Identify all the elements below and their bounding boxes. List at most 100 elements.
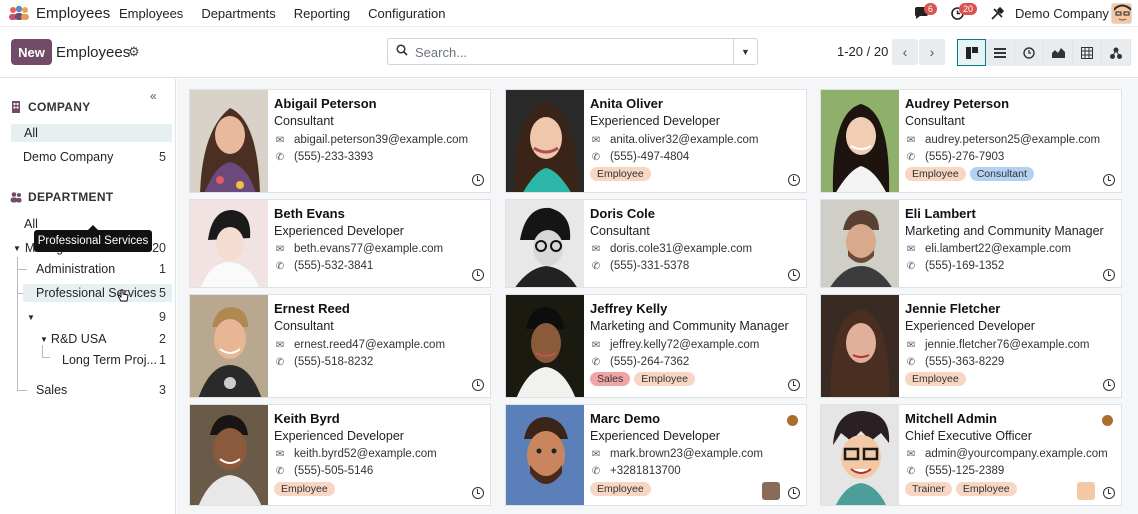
pager-next-button[interactable]: ›	[919, 39, 945, 65]
employee-phone[interactable]: (555)-497-4804	[610, 151, 689, 163]
employee-email[interactable]: anita.oliver32@example.com	[610, 134, 758, 146]
employee-phone[interactable]: (555)-331-5378	[610, 260, 689, 272]
employee-email[interactable]: ernest.reed47@example.com	[294, 339, 445, 351]
employee-email[interactable]: beth.evans77@example.com	[294, 243, 443, 255]
caret-down-icon[interactable]: ▼	[40, 335, 48, 344]
company-switcher[interactable]: Demo Company	[1015, 6, 1109, 21]
company-filter-all[interactable]: All	[11, 124, 172, 142]
activity-clock-icon[interactable]	[1103, 487, 1115, 499]
pager-value[interactable]: 1-20 / 20	[837, 44, 888, 59]
department-filter-rd[interactable]: ▼ 9	[11, 308, 172, 326]
employee-phone[interactable]: (555)-276-7903	[925, 151, 1004, 163]
employee-email[interactable]: audrey.peterson25@example.com	[925, 134, 1100, 146]
employee-phone[interactable]: (555)-518-8232	[294, 356, 373, 368]
app-name[interactable]: Employees	[36, 5, 110, 22]
employee-phone-row: ✆ (555)-264-7362	[590, 356, 689, 368]
user-avatar[interactable]	[1111, 3, 1132, 24]
department-filter-rd-usa[interactable]: ▼ R&D USA 2	[11, 330, 172, 348]
employee-email-row: ✉ ernest.reed47@example.com	[274, 339, 445, 351]
employee-phone[interactable]: (555)-363-8229	[925, 356, 1004, 368]
activity-clock-icon[interactable]	[1103, 174, 1115, 186]
employee-phone-row: ✆ +3281813700	[590, 465, 681, 477]
list-view-button[interactable]	[986, 39, 1015, 66]
menu-employees[interactable]: Employees	[119, 6, 183, 21]
search-input[interactable]: Search...	[415, 45, 467, 60]
department-filter-professional-services[interactable]: Professional Services 5	[23, 284, 172, 302]
kanban-view-button[interactable]	[957, 39, 986, 66]
employee-card-abigail-peterson[interactable]: Abigail Peterson Consultant ✉ abigail.pet…	[189, 89, 491, 193]
activity-clock-icon[interactable]	[472, 487, 484, 499]
caret-down-icon[interactable]: ▼	[13, 244, 21, 253]
employee-tags: Employee	[905, 372, 966, 386]
menu-configuration[interactable]: Configuration	[368, 6, 445, 21]
phone-icon: ✆	[906, 465, 916, 477]
employee-phone[interactable]: (555)-233-3393	[294, 151, 373, 163]
graph-view-button[interactable]	[1044, 39, 1073, 66]
activity-clock-icon[interactable]	[1103, 269, 1115, 281]
gear-icon[interactable]: ⚙	[128, 44, 140, 60]
employee-job: Consultant	[590, 224, 650, 238]
employee-card-ernest-reed[interactable]: Ernest Reed Consultant ✉ ernest.reed47@ex…	[189, 294, 491, 398]
employee-email[interactable]: keith.byrd52@example.com	[294, 448, 437, 460]
employee-phone[interactable]: (555)-169-1352	[925, 260, 1004, 272]
activity-clock-icon[interactable]	[472, 269, 484, 281]
employee-card-eli-lambert[interactable]: Eli Lambert Marketing and Community Mana…	[820, 199, 1122, 288]
employee-card-doris-cole[interactable]: Doris Cole Consultant ✉ doris.cole31@exam…	[505, 199, 807, 288]
employee-phone[interactable]: (555)-125-2389	[925, 465, 1004, 477]
activity-clock-icon[interactable]	[788, 269, 800, 281]
employee-card-jennie-fletcher[interactable]: Jennie Fletcher Experienced Developer ✉ j…	[820, 294, 1122, 398]
employee-name: Keith Byrd	[274, 411, 340, 426]
activity-clock-icon[interactable]	[788, 174, 800, 186]
employee-job: Marketing and Community Manager	[590, 319, 789, 333]
employee-email[interactable]: mark.brown23@example.com	[610, 448, 763, 460]
activity-clock-icon[interactable]	[788, 487, 800, 499]
employee-card-audrey-peterson[interactable]: Audrey Peterson Consultant ✉ audrey.peter…	[820, 89, 1122, 193]
activity-clock-icon[interactable]	[788, 379, 800, 391]
hierarchy-view-button[interactable]	[1102, 39, 1131, 66]
filter-label: All	[24, 126, 38, 140]
search-bar[interactable]: Search... ▼	[387, 38, 758, 65]
employee-phone[interactable]: (555)-532-3841	[294, 260, 373, 272]
new-button[interactable]: New	[11, 39, 52, 65]
employee-phone[interactable]: (555)-264-7362	[610, 356, 689, 368]
employee-card-jeffrey-kelly[interactable]: Jeffrey Kelly Marketing and Community Ma…	[505, 294, 807, 398]
employee-card-beth-evans[interactable]: Beth Evans Experienced Developer ✉ beth.e…	[189, 199, 491, 288]
user-avatar[interactable]	[762, 482, 780, 500]
department-filter-sales[interactable]: Sales 3	[11, 381, 172, 399]
tools-icon[interactable]	[991, 7, 1004, 20]
pager-previous-button[interactable]: ‹	[892, 39, 918, 65]
employee-email-row: ✉ abigail.peterson39@example.com	[274, 134, 468, 146]
employee-phone[interactable]: (555)-505-5146	[294, 465, 373, 477]
employee-email[interactable]: jeffrey.kelly72@example.com	[610, 339, 759, 351]
employee-email[interactable]: doris.cole31@example.com	[610, 243, 752, 255]
company-filter-demo-company[interactable]: Demo Company 5	[11, 148, 172, 166]
employee-email[interactable]: jennie.fletcher76@example.com	[925, 339, 1089, 351]
employee-phone[interactable]: +3281813700	[610, 465, 681, 477]
activity-view-button[interactable]	[1015, 39, 1044, 66]
caret-down-icon[interactable]: ▼	[27, 313, 35, 322]
employee-email[interactable]: admin@yourcompany.example.com	[925, 448, 1108, 460]
search-options-caret-icon[interactable]: ▼	[733, 39, 757, 64]
employee-phone-row: ✆ (555)-363-8229	[905, 356, 1004, 368]
department-filter-administration[interactable]: Administration 1	[11, 260, 172, 278]
employee-email[interactable]: eli.lambert22@example.com	[925, 243, 1071, 255]
list-icon	[994, 47, 1006, 58]
pivot-view-button[interactable]	[1073, 39, 1102, 66]
employee-card-marc-demo[interactable]: Marc Demo Experienced Developer ✉ mark.br…	[505, 404, 807, 506]
employee-email[interactable]: abigail.peterson39@example.com	[294, 134, 468, 146]
activity-clock-icon[interactable]	[1103, 379, 1115, 391]
activity-clock-icon[interactable]	[472, 379, 484, 391]
user-avatar[interactable]	[1077, 482, 1095, 500]
filter-label: Demo Company	[23, 150, 114, 164]
menu-reporting[interactable]: Reporting	[294, 6, 350, 21]
phone-icon: ✆	[906, 356, 916, 368]
department-filter-long-term-projects[interactable]: Long Term Proj... 1	[11, 351, 172, 369]
phone-icon: ✆	[275, 356, 285, 368]
menu-departments[interactable]: Departments	[201, 6, 275, 21]
employees-app-icon[interactable]	[8, 5, 30, 21]
activity-clock-icon[interactable]	[472, 174, 484, 186]
collapse-panel-icon[interactable]: «	[150, 89, 157, 103]
employee-card-mitchell-admin[interactable]: Mitchell Admin Chief Executive Officer ✉…	[820, 404, 1122, 506]
employee-card-anita-oliver[interactable]: Anita Oliver Experienced Developer ✉ anit…	[505, 89, 807, 193]
employee-card-keith-byrd[interactable]: Keith Byrd Experienced Developer ✉ keith.…	[189, 404, 491, 506]
